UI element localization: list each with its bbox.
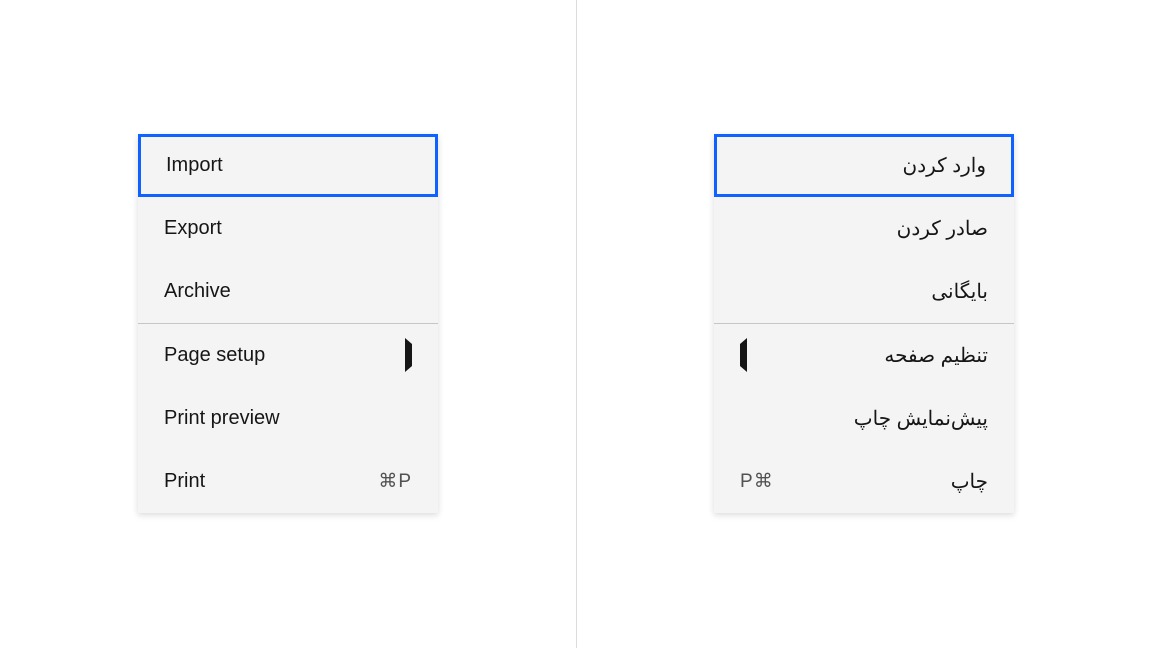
- context-menu-ltr: Import Export Archive Page setup Print p…: [138, 134, 438, 513]
- menu-item-label: Print preview: [164, 407, 280, 430]
- keyboard-shortcut: ⌘P: [740, 470, 774, 493]
- menu-item-import[interactable]: وارد کردن: [714, 134, 1014, 197]
- menu-item-label: Page setup: [164, 344, 265, 367]
- vertical-divider: [576, 0, 577, 648]
- menu-item-export[interactable]: صادر کردن: [714, 197, 1014, 260]
- menu-item-page-setup[interactable]: Page setup: [138, 324, 438, 387]
- menu-item-page-setup[interactable]: تنظیم صفحه: [714, 324, 1014, 387]
- context-menu-rtl: وارد کردن صادر کردن بایگانی تنظیم صفحه پ…: [714, 134, 1014, 513]
- menu-item-label: وارد کردن: [903, 153, 987, 178]
- chevron-right-icon: [405, 344, 412, 367]
- menu-item-label: تنظیم صفحه: [884, 343, 988, 368]
- menu-item-export[interactable]: Export: [138, 197, 438, 260]
- menu-item-label: Import: [166, 154, 223, 177]
- keyboard-shortcut: ⌘P: [378, 470, 412, 493]
- menu-item-label: Export: [164, 217, 222, 240]
- menu-item-label: پیش‌نمایش چاپ: [854, 406, 988, 431]
- menu-item-import[interactable]: Import: [138, 134, 438, 197]
- menu-item-archive[interactable]: بایگانی: [714, 260, 1014, 323]
- menu-item-label: صادر کردن: [897, 216, 988, 241]
- menu-item-print-preview[interactable]: پیش‌نمایش چاپ: [714, 387, 1014, 450]
- menu-item-print[interactable]: چاپ ⌘P: [714, 450, 1014, 513]
- menu-item-label: Archive: [164, 280, 231, 303]
- menu-item-print-preview[interactable]: Print preview: [138, 387, 438, 450]
- menu-item-label: چاپ: [951, 469, 988, 494]
- menu-item-print[interactable]: Print ⌘P: [138, 450, 438, 513]
- menu-item-archive[interactable]: Archive: [138, 260, 438, 323]
- menu-item-label: Print: [164, 470, 205, 493]
- menu-item-label: بایگانی: [931, 279, 988, 304]
- chevron-left-icon: [740, 344, 747, 367]
